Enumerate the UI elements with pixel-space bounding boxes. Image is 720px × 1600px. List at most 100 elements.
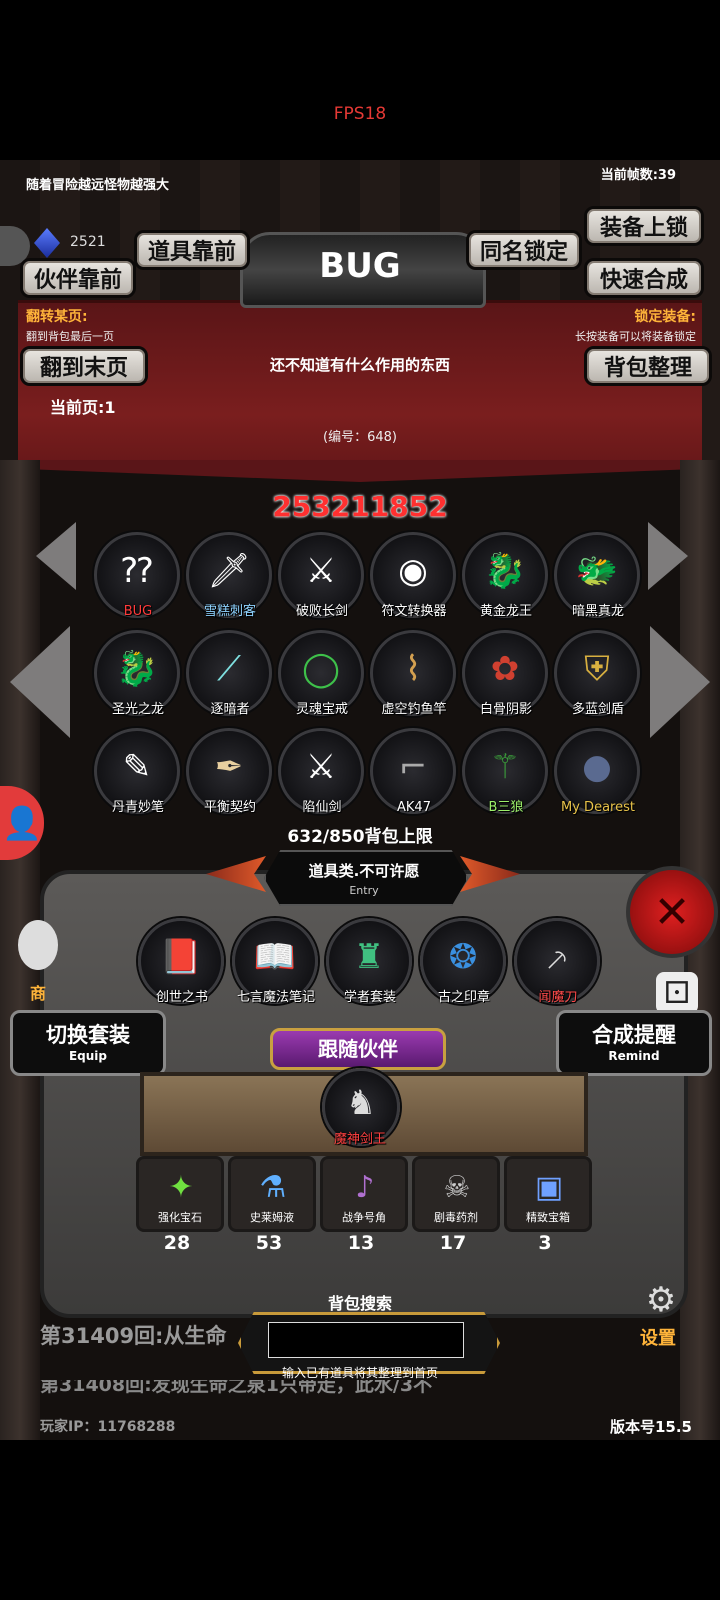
item-label: My Dearest xyxy=(561,800,635,815)
special-slot[interactable]: 📕 创世之书 xyxy=(138,918,224,1005)
inventory-slot[interactable]: 🐉 圣光之龙 xyxy=(94,630,180,717)
inventory-slot[interactable]: ✿ 白骨阴影 xyxy=(462,630,548,717)
sword-icon: ⚔ xyxy=(305,747,337,787)
special-slot[interactable]: ⸕ 闻魔刀 xyxy=(514,918,600,1005)
entry-sub: Entry xyxy=(349,884,379,897)
player-ip: 玩家IP：11768288 xyxy=(40,1419,176,1435)
potion-icon: ⚗ xyxy=(259,1169,287,1205)
partner-slot[interactable]: ♞ 魔神剑王 xyxy=(322,1068,400,1147)
next-small-arrow-icon[interactable] xyxy=(648,522,688,590)
inventory-slot[interactable]: 🐲 暗黑真龙 xyxy=(554,532,640,619)
inventory-slot[interactable]: ⚔ 陷仙剑 xyxy=(278,728,364,815)
close-icon: ✕ xyxy=(653,886,691,938)
dragon-icon: 🐉 xyxy=(483,551,527,591)
item-front-button[interactable]: 道具靠前 xyxy=(134,230,250,270)
material-slot[interactable]: ✦ 强化宝石 xyxy=(136,1156,224,1232)
battle-log-line: 第31409回:从生命 xyxy=(40,1324,227,1348)
inventory-slot[interactable]: ⚔ 破败长剑 xyxy=(278,532,364,619)
partner-name: 魔神剑王 xyxy=(333,1132,386,1147)
rune-icon: ◉ xyxy=(398,551,428,591)
flip-page-desc: 翻到背包最后一页 xyxy=(26,330,114,343)
inventory-slot[interactable]: ✎ 丹青妙笔 xyxy=(94,728,180,815)
search-title: 背包搜索 xyxy=(327,1294,392,1313)
material-slot[interactable]: ♪ 战争号角 xyxy=(320,1156,408,1232)
inventory-slot[interactable]: 🗡 雪糕刺客 xyxy=(186,532,272,619)
material-label: 战争号角 xyxy=(342,1211,386,1224)
bug-icon: ⁇ xyxy=(121,551,153,591)
amulet-icon: ❂ xyxy=(448,937,478,977)
gold-dragon-icon: 🐉 xyxy=(115,649,159,689)
equip-lock-button[interactable]: 装备上锁 xyxy=(584,206,704,246)
bone-shadow-icon: ✿ xyxy=(490,649,520,689)
lock-equip-desc: 长按装备可以将装备锁定 xyxy=(575,330,696,343)
item-number: (编号：648) xyxy=(323,430,397,445)
search-input[interactable] xyxy=(268,1322,464,1358)
search-hint: 输入已有道具将其整理到首页 xyxy=(281,1366,438,1380)
sword-icon: ⚔ xyxy=(305,551,337,591)
inventory-slot[interactable]: ● My Dearest xyxy=(554,728,640,815)
inventory-slot[interactable]: ⁇ BUG xyxy=(94,532,180,619)
follow-partner-button[interactable]: 跟随伙伴 xyxy=(270,1028,446,1070)
fishing-rod-icon: ⌇ xyxy=(404,649,422,689)
brush-icon: ✎ xyxy=(122,747,152,787)
item-label: 暗黑真龙 xyxy=(571,604,624,619)
inventory-slot[interactable]: ◯ 灵魂宝戒 xyxy=(278,630,364,717)
shield-icon: ⛨ xyxy=(584,649,610,689)
inventory-slot[interactable]: ⟋ 逐暗者 xyxy=(186,630,272,717)
same-name-lock-button[interactable]: 同名锁定 xyxy=(466,230,582,270)
inventory-grid: ⁇ BUG 🗡 雪糕刺客 ⚔ 破败长剑 ◉ 符文转换器 🐉 黄金龙王 🐲 暗黑真龙 🐉 圣光之… xyxy=(94,532,640,832)
special-slot[interactable]: 📖 七言魔法笔记 xyxy=(232,918,318,1005)
material-label: 强化宝石 xyxy=(158,1211,202,1224)
dice-icon[interactable]: ⚀ xyxy=(656,972,698,1014)
dagger-icon: 🗡 xyxy=(207,551,251,591)
user-icon: 👤 xyxy=(2,804,42,842)
close-button[interactable]: ✕ xyxy=(626,866,718,958)
item-label: 多蓝剑盾 xyxy=(571,702,624,717)
last-page-button[interactable]: 翻到末页 xyxy=(20,346,148,386)
material-slot[interactable]: ☠ 剧毒药剂 xyxy=(412,1156,500,1232)
flip-page-title: 翻转某页: xyxy=(26,309,88,325)
currency-amount: 2521 xyxy=(70,234,106,250)
inventory-slot[interactable]: ✒ 平衡契约 xyxy=(186,728,272,815)
shop-label[interactable]: 商 xyxy=(30,980,46,1004)
special-items-row: 📕 创世之书 📖 七言魔法笔记 ♜ 学者套装 ❂ 古之印章 ⸕ 闻魔刀 xyxy=(138,918,608,1008)
wolf-icon: ⚚ xyxy=(489,747,521,787)
bag-capacity: 632/850背包上限 xyxy=(287,827,433,847)
material-count: 3 xyxy=(538,1232,552,1254)
inventory-slot[interactable]: ⌐ AK47 xyxy=(370,728,456,815)
ring-icon: ◯ xyxy=(301,649,341,689)
next-page-arrow-icon[interactable] xyxy=(650,626,710,738)
inventory-slot[interactable]: ⌇ 虚空钓鱼竿 xyxy=(370,630,456,717)
inventory-slot[interactable]: ◉ 符文转换器 xyxy=(370,532,456,619)
switch-suit-button[interactable]: 切换套装 Equip xyxy=(10,1010,166,1076)
special-slot[interactable]: ❂ 古之印章 xyxy=(420,918,506,1005)
banner-point xyxy=(18,460,702,482)
sort-bag-button[interactable]: 背包整理 xyxy=(584,346,712,386)
prev-small-arrow-icon[interactable] xyxy=(36,522,76,590)
switch-suit-label: 切换套装 xyxy=(46,1023,130,1047)
frame-count: 当前帧数:39 xyxy=(600,168,676,183)
shop-icon[interactable] xyxy=(18,920,58,970)
material-label: 史莱姆液 xyxy=(250,1211,294,1224)
quick-combine-button[interactable]: 快速合成 xyxy=(584,258,704,298)
inventory-slot[interactable]: 🐉 黄金龙王 xyxy=(462,532,548,619)
special-slot[interactable]: ♜ 学者套装 xyxy=(326,918,412,1005)
game-screen: 随着冒险越远怪物越强大 当前帧数:39 2521 BUG 翻转某页: 翻到背包最… xyxy=(0,160,720,1440)
material-slot[interactable]: ▣ 精致宝箱 xyxy=(504,1156,592,1232)
chest-icon: ▣ xyxy=(534,1169,564,1205)
poison-icon: ☠ xyxy=(443,1169,471,1205)
contract-icon: ✒ xyxy=(214,747,244,787)
open-book-icon: 📖 xyxy=(253,937,297,977)
settings-label[interactable]: 设置 xyxy=(640,1324,676,1350)
inventory-slot[interactable]: ⛨ 多蓝剑盾 xyxy=(554,630,640,717)
material-count: 28 xyxy=(163,1232,191,1254)
current-page: 当前页:1 xyxy=(50,398,116,417)
material-count: 13 xyxy=(347,1232,375,1254)
horn-icon: ♪ xyxy=(355,1169,375,1205)
spear-icon: ⟋ xyxy=(217,649,241,689)
material-slot[interactable]: ⚗ 史莱姆液 xyxy=(228,1156,316,1232)
combine-remind-button[interactable]: 合成提醒 Remind xyxy=(556,1010,712,1076)
gear-icon[interactable]: ⚙ xyxy=(636,1280,686,1320)
prev-page-arrow-icon[interactable] xyxy=(10,626,70,738)
partner-front-button[interactable]: 伙伴靠前 xyxy=(20,258,136,298)
